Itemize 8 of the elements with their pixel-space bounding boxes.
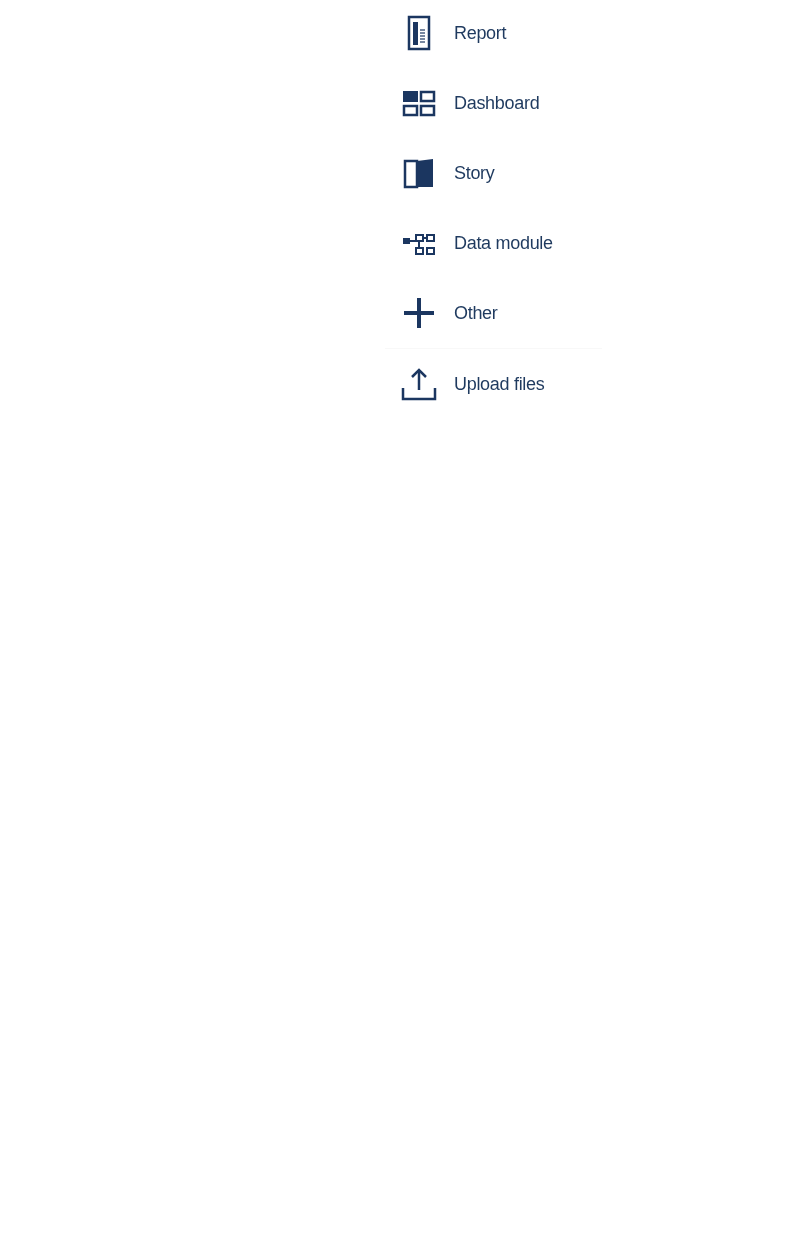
upload-icon (401, 366, 437, 402)
menu-item[interactable]: Other (385, 278, 602, 348)
plus-icon (401, 295, 437, 331)
menu-item[interactable]: Report (385, 0, 602, 68)
menu-item[interactable]: Story (385, 138, 602, 208)
menu-item[interactable]: Data module (385, 208, 602, 278)
menu-item[interactable]: Dashboard (385, 68, 602, 138)
menu-item[interactable]: Upload files (385, 349, 602, 419)
